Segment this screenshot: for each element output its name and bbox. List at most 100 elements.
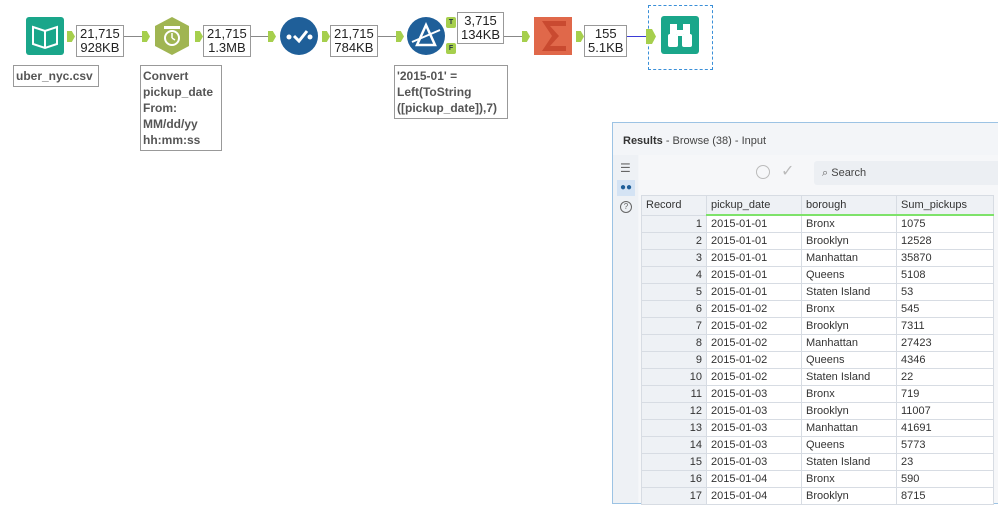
select-tool[interactable] xyxy=(279,16,319,56)
table-row[interactable]: 5 2015-01-01 Staten Island 53 xyxy=(641,283,994,301)
table-row[interactable]: 12 2015-01-03 Brooklyn 11007 xyxy=(641,402,994,420)
table-cell[interactable]: 14 xyxy=(641,436,707,454)
column-header[interactable]: borough xyxy=(801,195,897,216)
table-cell[interactable]: 5773 xyxy=(896,436,994,454)
table-row[interactable]: 15 2015-01-03 Staten Island 23 xyxy=(641,453,994,471)
table-cell[interactable]: 16 xyxy=(641,470,707,488)
output-anchor[interactable] xyxy=(576,31,584,42)
cancel-filter-icon[interactable] xyxy=(756,165,770,179)
table-cell[interactable]: 12 xyxy=(641,402,707,420)
apply-check-icon[interactable]: ✓ xyxy=(781,161,794,181)
column-header[interactable]: Sum_pickups xyxy=(896,195,994,216)
table-cell[interactable]: 2015-01-02 xyxy=(706,368,802,386)
table-cell[interactable]: 2015-01-02 xyxy=(706,317,802,335)
table-row[interactable]: 16 2015-01-04 Bronx 590 xyxy=(641,470,994,488)
table-row[interactable]: 4 2015-01-01 Queens 5108 xyxy=(641,266,994,284)
table-cell[interactable]: 2 xyxy=(641,232,707,250)
table-cell[interactable]: 11007 xyxy=(896,402,994,420)
table-cell[interactable]: 2015-01-01 xyxy=(706,283,802,301)
table-cell[interactable]: 2015-01-02 xyxy=(706,334,802,352)
column-header[interactable]: Record xyxy=(641,195,707,216)
table-row[interactable]: 3 2015-01-01 Manhattan 35870 xyxy=(641,249,994,267)
table-cell[interactable]: 2015-01-01 xyxy=(706,214,802,233)
summarize-tool[interactable] xyxy=(533,16,573,56)
input-data-tool[interactable] xyxy=(25,16,65,56)
table-cell[interactable]: 1075 xyxy=(896,214,994,233)
table-cell[interactable]: Brooklyn xyxy=(801,402,897,420)
table-cell[interactable]: Queens xyxy=(801,436,897,454)
input-anchor[interactable] xyxy=(522,31,530,42)
table-cell[interactable]: 11 xyxy=(641,385,707,403)
table-cell[interactable]: 22 xyxy=(896,368,994,386)
table-cell[interactable]: 7 xyxy=(641,317,707,335)
output-anchor[interactable] xyxy=(195,31,203,42)
table-cell[interactable]: Staten Island xyxy=(801,283,897,301)
table-cell[interactable]: Bronx xyxy=(801,470,897,488)
table-row[interactable]: 6 2015-01-02 Bronx 545 xyxy=(641,300,994,318)
list-icon[interactable]: ☰ xyxy=(620,161,631,175)
table-cell[interactable]: 2015-01-02 xyxy=(706,351,802,369)
table-cell[interactable]: Manhattan xyxy=(801,334,897,352)
table-cell[interactable]: 5108 xyxy=(896,266,994,284)
table-row[interactable]: 1 2015-01-01 Bronx 1075 xyxy=(641,214,994,233)
table-cell[interactable]: Manhattan xyxy=(801,419,897,437)
input-anchor[interactable] xyxy=(142,31,150,42)
table-cell[interactable]: 6 xyxy=(641,300,707,318)
table-cell[interactable]: 10 xyxy=(641,368,707,386)
table-cell[interactable]: 590 xyxy=(896,470,994,488)
table-cell[interactable]: 9 xyxy=(641,351,707,369)
browse-tool[interactable] xyxy=(660,15,700,55)
table-cell[interactable]: 4346 xyxy=(896,351,994,369)
table-cell[interactable]: 23 xyxy=(896,453,994,471)
table-cell[interactable]: 35870 xyxy=(896,249,994,267)
table-cell[interactable]: 2015-01-01 xyxy=(706,249,802,267)
table-cell[interactable]: 2015-01-04 xyxy=(706,470,802,488)
table-cell[interactable]: Staten Island xyxy=(801,368,897,386)
table-row[interactable]: 17 2015-01-04 Brooklyn 8715 xyxy=(641,487,994,505)
table-cell[interactable]: Manhattan xyxy=(801,249,897,267)
table-cell[interactable]: 7311 xyxy=(896,317,994,335)
table-cell[interactable]: 8 xyxy=(641,334,707,352)
table-row[interactable]: 11 2015-01-03 Bronx 719 xyxy=(641,385,994,403)
table-cell[interactable]: 719 xyxy=(896,385,994,403)
table-cell[interactable]: 15 xyxy=(641,453,707,471)
output-anchor[interactable] xyxy=(322,31,330,42)
output-anchor[interactable] xyxy=(67,31,75,42)
table-cell[interactable]: Queens xyxy=(801,266,897,284)
table-cell[interactable]: 2015-01-03 xyxy=(706,419,802,437)
table-row[interactable]: 14 2015-01-03 Queens 5773 xyxy=(641,436,994,454)
filter-tool[interactable] xyxy=(406,16,446,56)
table-cell[interactable]: 1 xyxy=(641,214,707,233)
table-cell[interactable]: 8715 xyxy=(896,487,994,505)
false-anchor[interactable]: F xyxy=(446,43,456,54)
true-anchor[interactable]: T xyxy=(446,17,456,28)
table-cell[interactable]: Bronx xyxy=(801,214,897,233)
table-cell[interactable]: Brooklyn xyxy=(801,317,897,335)
help-icon[interactable]: ? xyxy=(620,201,632,213)
table-row[interactable]: 13 2015-01-03 Manhattan 41691 xyxy=(641,419,994,437)
table-cell[interactable]: 2015-01-03 xyxy=(706,402,802,420)
input-anchor[interactable] xyxy=(396,31,404,42)
binoculars-icon[interactable]: ●● xyxy=(617,180,635,196)
column-header[interactable]: pickup_date xyxy=(706,195,802,216)
table-cell[interactable]: 2015-01-03 xyxy=(706,436,802,454)
table-row[interactable]: 9 2015-01-02 Queens 4346 xyxy=(641,351,994,369)
table-cell[interactable]: Bronx xyxy=(801,300,897,318)
table-cell[interactable]: 2015-01-03 xyxy=(706,385,802,403)
table-cell[interactable]: Brooklyn xyxy=(801,487,897,505)
table-row[interactable]: 2 2015-01-01 Brooklyn 12528 xyxy=(641,232,994,250)
table-cell[interactable]: 545 xyxy=(896,300,994,318)
table-cell[interactable]: 2015-01-01 xyxy=(706,266,802,284)
datetime-tool[interactable] xyxy=(152,16,192,56)
table-cell[interactable]: Queens xyxy=(801,351,897,369)
table-cell[interactable]: 12528 xyxy=(896,232,994,250)
table-row[interactable]: 10 2015-01-02 Staten Island 22 xyxy=(641,368,994,386)
table-cell[interactable]: 3 xyxy=(641,249,707,267)
table-cell[interactable]: 5 xyxy=(641,283,707,301)
table-cell[interactable]: 17 xyxy=(641,487,707,505)
input-anchor[interactable] xyxy=(268,31,276,42)
table-cell[interactable]: 4 xyxy=(641,266,707,284)
table-cell[interactable]: Bronx xyxy=(801,385,897,403)
table-row[interactable]: 8 2015-01-02 Manhattan 27423 xyxy=(641,334,994,352)
table-cell[interactable]: 41691 xyxy=(896,419,994,437)
